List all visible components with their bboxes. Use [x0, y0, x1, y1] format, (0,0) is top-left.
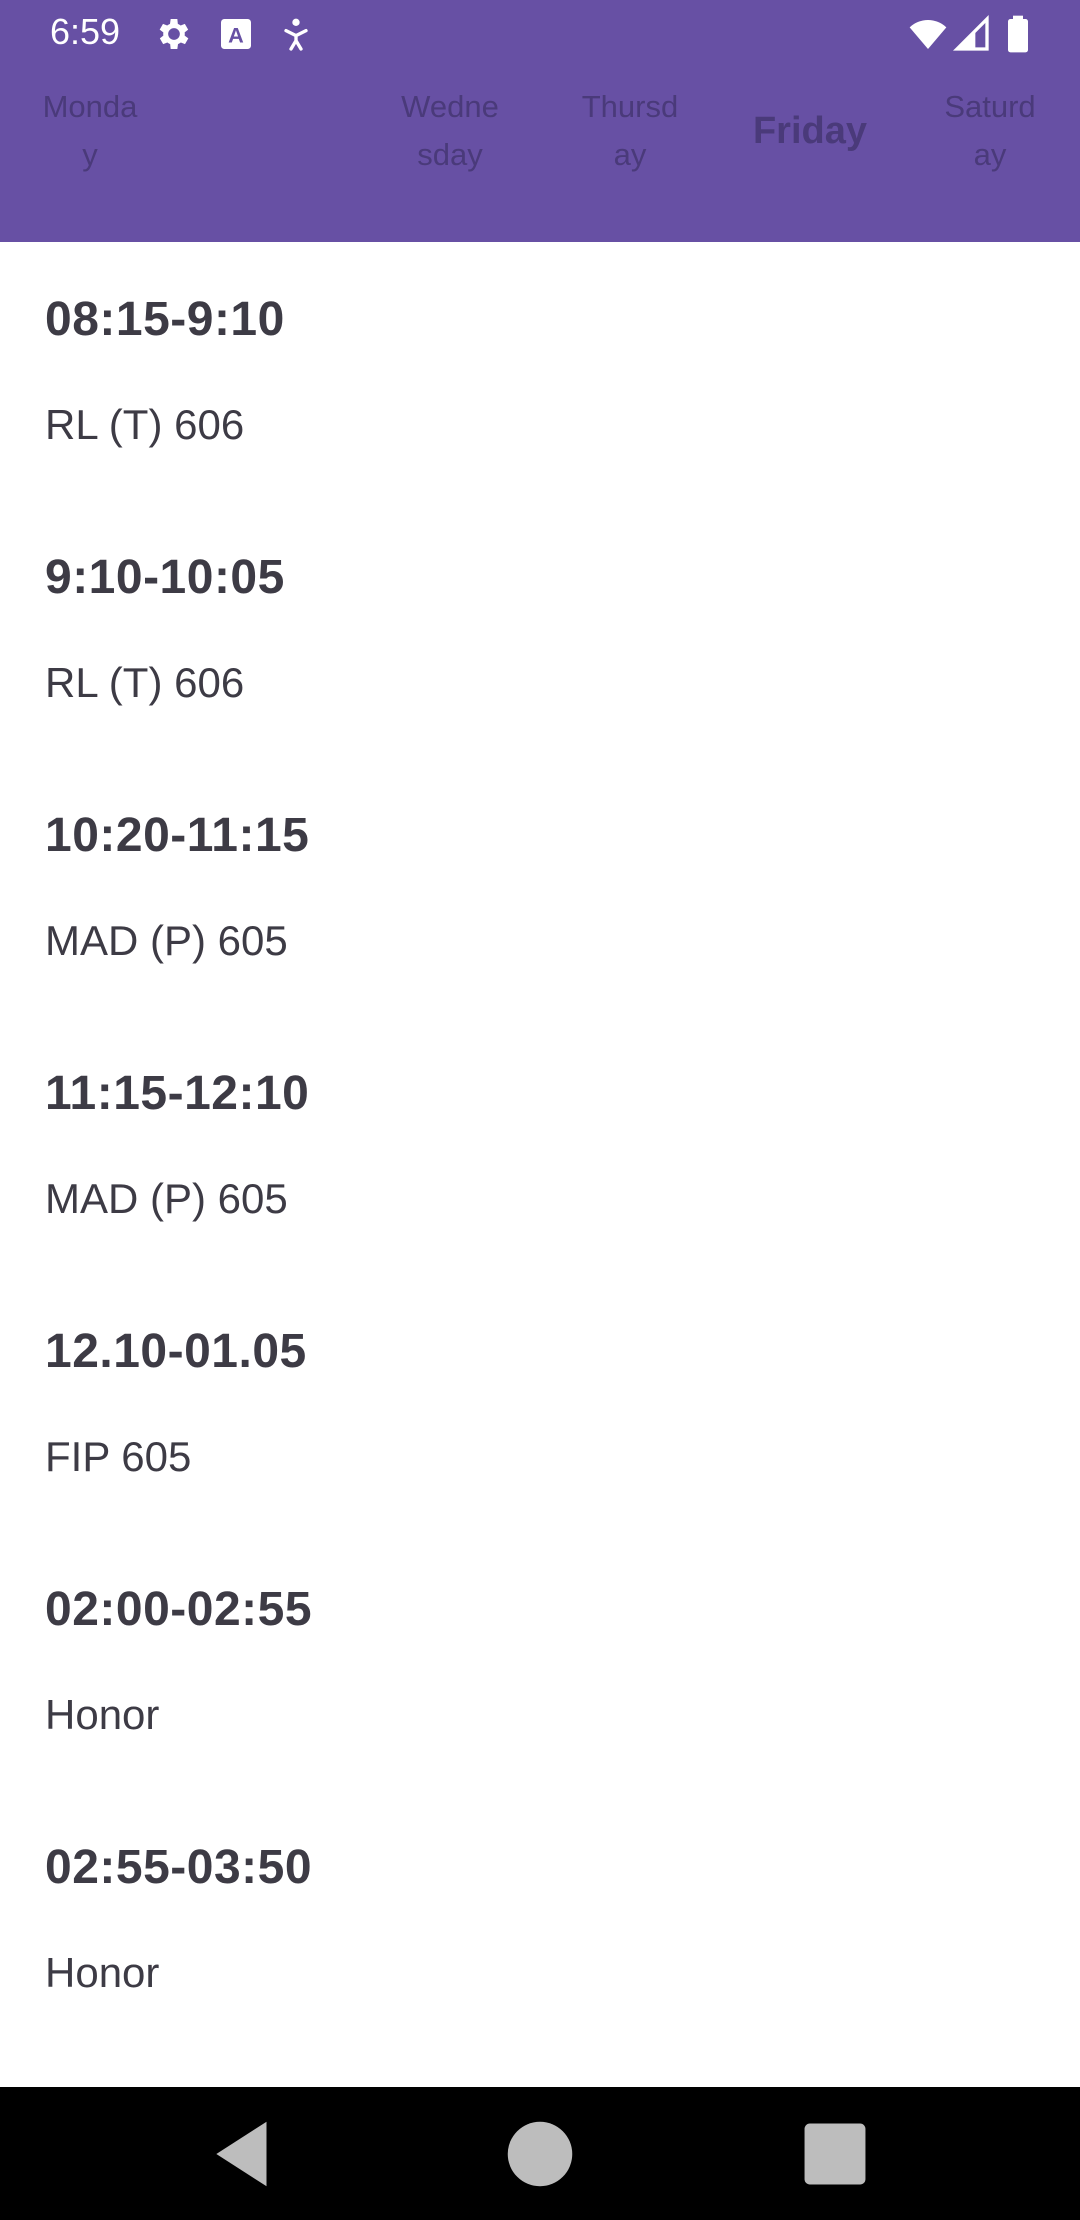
tab-wednesday[interactable]: Wedne sday [360, 76, 540, 186]
day-tabs: Monda y Wedne sday Thursd ay Friday Satu… [0, 76, 1080, 186]
slot-time: 02:55-03:50 [45, 1841, 313, 1894]
schedule-item: 9:10-10:05 RL (T) 606 [45, 550, 1035, 708]
schedule-item: 02:00-02:55 Honor [45, 1582, 1035, 1740]
tab-saturday[interactable]: Saturd ay [900, 76, 1080, 186]
schedule-item: 10:20-11:15 MAD (P) 605 [45, 808, 1035, 966]
slot-time: 11:15-12:10 [45, 1067, 310, 1120]
back-icon[interactable] [202, 2111, 288, 2197]
tab-label: Friday [752, 110, 868, 152]
slot-subject: RL (T) 606 [45, 401, 245, 448]
svg-text:A: A [228, 22, 244, 47]
schedule-item: 12.10-01.05 FIP 605 [45, 1324, 1035, 1482]
slot-time: 08:15-9:10 [45, 293, 285, 346]
signal-icon [952, 14, 992, 54]
slot-subject: MAD (P) 605 [45, 917, 288, 964]
tab-thursday[interactable]: Thursd ay [540, 76, 720, 186]
tab-label: Monda y [42, 89, 138, 172]
slot-subject: Honor [45, 1949, 160, 1996]
slot-time: 12.10-01.05 [45, 1325, 307, 1378]
app-header: 6:59 A Monda y Wedne sday Thursd ay Frid… [0, 0, 1080, 242]
slot-subject: MAD (P) 605 [45, 1175, 288, 1222]
tab-tuesday[interactable] [180, 76, 360, 186]
schedule-list[interactable]: 08:15-9:10 RL (T) 606 9:10-10:05 RL (T) … [0, 242, 1080, 2087]
status-bar: 6:59 A [0, 0, 1080, 64]
home-icon[interactable] [497, 2111, 583, 2197]
tab-friday[interactable]: Friday [720, 76, 900, 186]
slot-time: 10:20-11:15 [45, 809, 310, 862]
tab-label: Thursd ay [581, 89, 679, 172]
navigation-bar [0, 2087, 1080, 2220]
wifi-icon [906, 14, 950, 54]
tab-monday[interactable]: Monda y [0, 76, 180, 186]
slot-subject: RL (T) 606 [45, 659, 245, 706]
slot-subject: FIP 605 [45, 1433, 192, 1480]
schedule-item: 02:55-03:50 Honor [45, 1840, 1035, 1998]
tab-label: Wedne sday [401, 89, 499, 172]
keyboard-a-icon: A [216, 14, 256, 54]
status-time: 6:59 [50, 11, 121, 52]
schedule-item: 08:15-9:10 RL (T) 606 [45, 292, 1035, 450]
settings-icon [154, 14, 194, 54]
app-root: 6:59 A Monda y Wedne sday Thursd ay Frid… [0, 0, 1080, 2220]
accessibility-icon [276, 14, 316, 54]
recents-icon[interactable] [792, 2111, 878, 2197]
battery-icon [1000, 14, 1036, 54]
slot-time: 02:00-02:55 [45, 1583, 313, 1636]
schedule-item: 11:15-12:10 MAD (P) 605 [45, 1066, 1035, 1224]
slot-subject: Honor [45, 1691, 160, 1738]
slot-time: 9:10-10:05 [45, 551, 285, 604]
tab-label: Saturd ay [944, 89, 1036, 172]
